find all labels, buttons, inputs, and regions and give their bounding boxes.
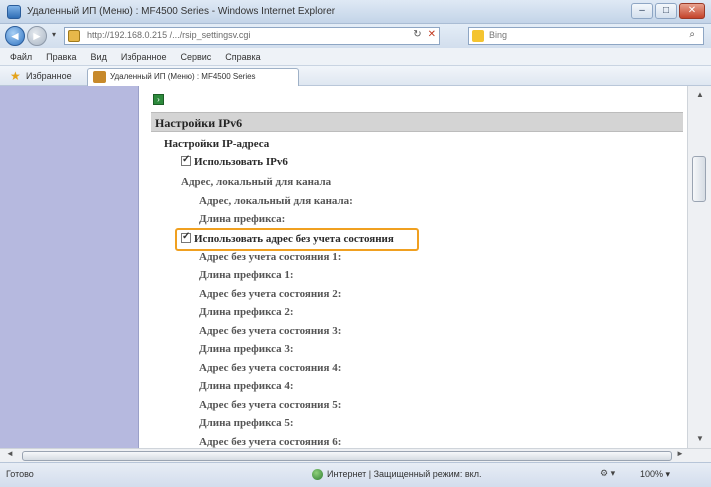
status-tools-icon[interactable]: ⚙ ▾ [600,468,615,479]
main-panel: › Настройки IPv6 Настройки IP-адреса Исп… [139,86,687,448]
menu-file[interactable]: Файл [10,52,32,62]
navigation-bar: ◄ ► ▾ http://192.168.0.215 /.../rsip_set… [0,24,711,48]
address-url[interactable]: http://192.168.0.215 /.../rsip_settingsv… [87,30,250,40]
tab-title: Удаленный ИП (Меню) : MF4500 Series [110,72,256,81]
stateless-row: Адрес без учета состояния 1: [199,251,342,263]
maximize-button[interactable]: □ [655,3,677,19]
scroll-down-icon[interactable]: ▼ [692,432,708,446]
group-title: Настройки IP-адреса [164,138,270,150]
menu-tools[interactable]: Сервис [180,52,211,62]
scroll-left-icon[interactable]: ◄ [6,449,14,458]
stateless-row: Адрес без учета состояния 3: [199,325,342,337]
stateless-row: Адрес без учета состояния 2: [199,288,342,300]
status-bar: Готово Интернет | Защищенный режим: вкл.… [0,462,711,487]
menu-help[interactable]: Справка [225,52,260,62]
use-ipv6-checkbox[interactable] [181,154,191,166]
internet-zone-icon [312,469,323,480]
use-stateless-checkbox[interactable] [181,231,191,243]
sidebar [0,86,139,448]
menu-bar: Файл Правка Вид Избранное Сервис Справка [0,48,711,66]
title-bar: Удаленный ИП (Меню) : MF4500 Series - Wi… [0,0,711,24]
window-title: Удаленный ИП (Меню) : MF4500 Series - Wi… [27,6,336,17]
section-header: Настройки IPv6 [151,112,683,132]
stateless-row: Адрес без учета состояния 4: [199,362,342,374]
favorites-bar: ★ Избранное Удаленный ИП (Меню) : MF4500… [0,66,711,86]
search-icon[interactable]: ⌕ [689,29,695,40]
site-icon [68,30,80,42]
zoom-level[interactable]: 100% ▾ [640,469,670,480]
search-input[interactable]: Bing [489,30,507,40]
stateless-row: Адрес без учета состояния 6: [199,436,342,448]
section-title: Настройки IPv6 [155,116,243,130]
use-stateless-option[interactable]: Использовать адрес без учета состояния [181,231,394,245]
scroll-up-icon[interactable]: ▲ [692,88,708,102]
vertical-scrollbar[interactable]: ▲ ▼ [687,86,711,448]
horizontal-scroll-thumb[interactable] [22,451,672,461]
close-button[interactable]: ✕ [679,3,705,19]
menu-edit[interactable]: Правка [46,52,76,62]
bing-icon [472,30,484,42]
link-local-address-label: Адрес, локальный для канала: [199,195,353,207]
address-buttons: ↻ ✕ [413,29,436,40]
menu-favorites[interactable]: Избранное [121,52,167,62]
status-text: Готово [6,469,34,479]
security-zone[interactable]: Интернет | Защищенный режим: вкл. [327,469,481,479]
stateless-row: Длина префикса 3: [199,343,294,355]
stateless-row: Длина префикса 1: [199,269,294,281]
favorites-star-icon[interactable]: ★ [10,69,21,83]
tab-site-icon [93,71,106,83]
minimize-button[interactable]: – [631,3,653,19]
prefix-length-label: Длина префикса: [199,213,286,225]
scroll-right-icon[interactable]: ► [676,449,684,458]
favorites-button[interactable]: Избранное [26,71,72,81]
search-box[interactable]: Bing ⌕ [468,27,704,45]
horizontal-scrollbar[interactable]: ◄ ► [0,448,711,462]
address-bar[interactable]: http://192.168.0.215 /.../rsip_settingsv… [64,27,440,45]
window-controls: – □ ✕ [631,3,705,19]
browser-tab[interactable]: Удаленный ИП (Меню) : MF4500 Series [87,68,299,86]
use-ipv6-option[interactable]: Использовать IPv6 [181,154,288,168]
back-arrow-icon[interactable]: › [153,94,164,105]
stateless-row: Адрес без учета состояния 5: [199,399,342,411]
ie-icon [7,5,21,19]
link-local-heading: Адрес, локальный для канала [181,176,332,188]
menu-view[interactable]: Вид [91,52,107,62]
stateless-row: Длина префикса 2: [199,306,294,318]
refresh-icon[interactable]: ↻ [413,29,421,40]
back-button[interactable]: ◄ [5,26,25,46]
use-ipv6-label: Использовать IPv6 [194,156,288,168]
use-stateless-label: Использовать адрес без учета состояния [194,233,394,245]
stop-icon[interactable]: ✕ [428,29,436,40]
stateless-row: Длина префикса 5: [199,417,294,429]
forward-button[interactable]: ► [27,26,47,46]
page-content: › Настройки IPv6 Настройки IP-адреса Исп… [0,86,711,448]
history-dropdown-icon[interactable]: ▾ [52,30,56,39]
stateless-row: Длина префикса 4: [199,380,294,392]
vertical-scroll-thumb[interactable] [692,156,706,202]
